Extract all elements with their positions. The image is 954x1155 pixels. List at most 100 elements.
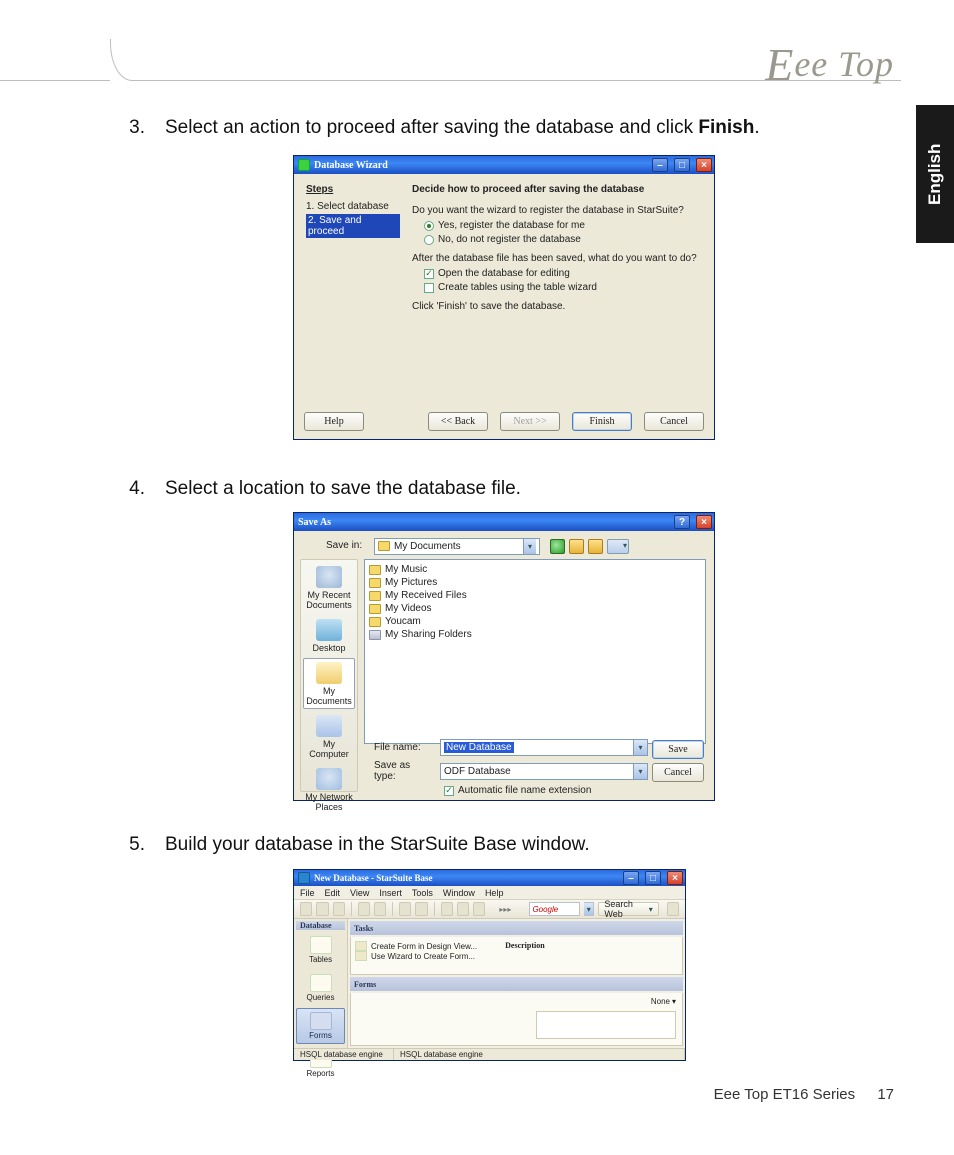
app-icon	[298, 872, 310, 884]
close-button[interactable]: ×	[667, 871, 683, 885]
folder-item[interactable]: My Pictures	[369, 577, 701, 588]
folder-icon	[369, 591, 381, 601]
place-my-computer[interactable]: My Computer	[303, 711, 355, 762]
place-my-network[interactable]: My Network Places	[303, 764, 355, 815]
nav-forms-selected[interactable]: Forms	[296, 1008, 345, 1044]
paste-icon[interactable]	[374, 902, 386, 916]
folder-item[interactable]: Youcam	[369, 616, 701, 627]
description-label: Description	[505, 941, 545, 970]
dlg1-titlebar[interactable]: Database Wizard – □ ×	[294, 156, 714, 174]
dlg2-title: Save As	[298, 517, 331, 528]
menu-help[interactable]: Help	[485, 888, 504, 898]
search-dropdown[interactable]: ▾	[584, 902, 594, 916]
steps-heading: Steps	[306, 184, 400, 195]
step-4: 4. Select a location to save the databas…	[127, 478, 521, 500]
database-nav: Database Tables Queries Forms Reports	[294, 919, 348, 1048]
filename-label: File name:	[374, 742, 434, 753]
finish-button[interactable]: Finish	[572, 412, 632, 431]
recent-documents-icon	[316, 566, 342, 588]
win3-title: New Database - StarSuite Base	[314, 873, 433, 883]
search-web-button[interactable]: Search Web▾	[598, 902, 658, 916]
tables-icon	[310, 936, 332, 954]
finish-hint: Click 'Finish' to save the database.	[412, 301, 702, 312]
close-button[interactable]: ×	[696, 515, 712, 529]
save-icon[interactable]	[333, 902, 345, 916]
new-doc-icon[interactable]	[300, 902, 312, 916]
step-5-text: Build your database in the StarSuite Bas…	[165, 834, 590, 856]
folder-item[interactable]: My Sharing Folders	[369, 629, 701, 640]
place-my-documents[interactable]: My Documents	[303, 658, 355, 709]
copy-icon[interactable]	[358, 902, 370, 916]
task-create-form-design[interactable]: Create Form in Design View...	[355, 941, 477, 951]
save-type-combo[interactable]: ODF Database ▾	[440, 763, 648, 780]
help-button[interactable]: ?	[674, 515, 690, 529]
places-bar: My Recent Documents Desktop My Documents…	[300, 559, 358, 792]
close-button[interactable]: ×	[696, 158, 712, 172]
status-bar: HSQL database engine HSQL database engin…	[294, 1048, 685, 1060]
folder-item[interactable]: My Music	[369, 564, 701, 575]
menu-insert[interactable]: Insert	[379, 888, 402, 898]
cancel-button[interactable]: Cancel	[644, 412, 704, 431]
task-create-form-wizard[interactable]: Use Wizard to Create Form...	[355, 951, 477, 961]
menu-edit[interactable]: Edit	[325, 888, 341, 898]
checkbox-open-for-editing[interactable]: ✓ Open the database for editing	[424, 268, 702, 279]
file-list[interactable]: My Music My Pictures My Received Files M…	[364, 559, 706, 744]
minimize-button[interactable]: –	[623, 871, 639, 885]
toolbar-separator	[351, 902, 352, 916]
nav-queries[interactable]: Queries	[296, 970, 345, 1006]
filename-input[interactable]: New Database ▾	[440, 739, 648, 756]
my-computer-icon	[316, 715, 342, 737]
auto-extension-checkbox[interactable]: ✓ Automatic file name extension	[444, 785, 591, 796]
folder-item[interactable]: My Videos	[369, 603, 701, 614]
maximize-button[interactable]: □	[674, 158, 690, 172]
search-options-icon[interactable]	[667, 902, 679, 916]
step-4-number: 4.	[127, 478, 145, 500]
dlg2-titlebar[interactable]: Save As ? ×	[294, 513, 714, 531]
wizard-step-2-selected[interactable]: 2. Save and proceed	[306, 214, 400, 238]
wizard-steps-pane: Steps 1. Select database 2. Save and pro…	[306, 184, 400, 403]
save-type-value: ODF Database	[444, 766, 511, 777]
help-icon[interactable]	[473, 902, 485, 916]
search-input[interactable]: Google	[529, 902, 580, 916]
sort-desc-icon[interactable]	[415, 902, 427, 916]
chevron-down-icon: ▾	[633, 740, 647, 755]
cancel-button[interactable]: Cancel	[652, 763, 704, 782]
menu-bar: File Edit View Insert Tools Window Help	[294, 886, 685, 900]
sort-asc-icon[interactable]	[399, 902, 411, 916]
toolbar-separator	[434, 902, 435, 916]
preview-none-dropdown[interactable]: None▾	[651, 997, 676, 1006]
form-icon[interactable]	[441, 902, 453, 916]
checkbox-create-tables[interactable]: Create tables using the table wizard	[424, 282, 702, 293]
menu-file[interactable]: File	[300, 888, 315, 898]
desktop-icon	[316, 619, 342, 641]
menu-window[interactable]: Window	[443, 888, 475, 898]
back-button[interactable]: << Back	[428, 412, 488, 431]
folder-item[interactable]: My Received Files	[369, 590, 701, 601]
option-register-yes[interactable]: Yes, register the database for me	[424, 220, 702, 231]
menu-tools[interactable]: Tools	[412, 888, 433, 898]
next-button: Next >>	[500, 412, 560, 431]
toolbar: ▸▸▸ Google ▾ Search Web▾	[294, 900, 685, 919]
win3-titlebar[interactable]: New Database - StarSuite Base – □ ×	[294, 870, 685, 886]
database-wizard-dialog: Database Wizard – □ × Steps 1. Select da…	[293, 155, 715, 440]
option-register-no[interactable]: No, do not register the database	[424, 234, 702, 245]
menu-view[interactable]: View	[350, 888, 369, 898]
report-icon[interactable]	[457, 902, 469, 916]
wizard-step-1[interactable]: 1. Select database	[306, 201, 400, 212]
wizard-icon	[298, 159, 310, 171]
checkbox-icon: ✓	[424, 269, 434, 279]
place-recent-documents[interactable]: My Recent Documents	[303, 562, 355, 613]
nav-tables[interactable]: Tables	[296, 932, 345, 968]
footer-text: Eee Top ET16 Series	[714, 1086, 855, 1103]
open-icon[interactable]	[316, 902, 328, 916]
wizard-page-heading: Decide how to proceed after saving the d…	[412, 184, 702, 195]
place-desktop[interactable]: Desktop	[303, 615, 355, 656]
save-button[interactable]: Save	[652, 740, 704, 759]
maximize-button[interactable]: □	[645, 871, 661, 885]
status-cell-1: HSQL database engine	[294, 1049, 394, 1060]
step-4-text: Select a location to save the database f…	[165, 478, 521, 500]
minimize-button[interactable]: –	[652, 158, 668, 172]
status-cell-2: HSQL database engine	[394, 1049, 685, 1060]
help-button[interactable]: Help	[304, 412, 364, 431]
toolbar-separator	[392, 902, 393, 916]
